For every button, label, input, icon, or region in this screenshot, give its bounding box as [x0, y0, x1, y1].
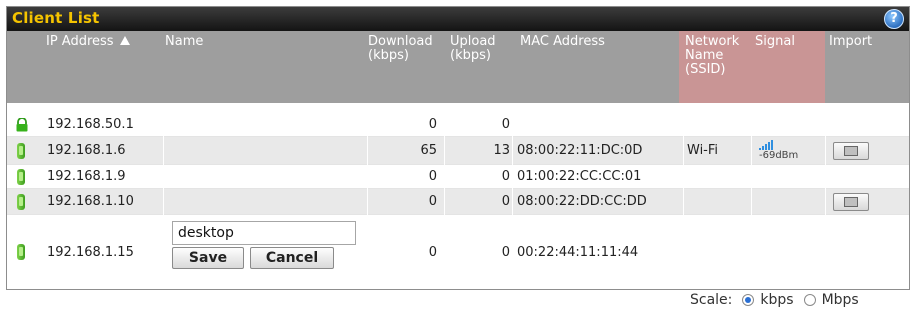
column-header-ssid-label: Network Name (SSID) — [685, 34, 740, 77]
row-icon — [15, 113, 35, 136]
client-name-input[interactable] — [172, 221, 356, 245]
table-row-editing: 192.168.1.15 Save Cancel 0 0 00:22:44:11… — [7, 215, 909, 289]
scale-kbps-label[interactable]: kbps — [760, 292, 793, 308]
table-row: 192.168.1.6 65 13 08:00:22:11:DC:0D Wi-F… — [7, 137, 909, 165]
column-header-name-label: Name — [165, 34, 204, 49]
row-icon — [17, 165, 37, 188]
column-header-ip[interactable]: IP Address — [40, 31, 166, 103]
row-icon — [17, 189, 37, 214]
column-header-upload: Upload (kbps) — [444, 31, 514, 103]
signal-cell: -69dBm — [749, 137, 823, 164]
column-header-import: Import — [823, 31, 903, 103]
scale-kbps-radio[interactable] — [742, 294, 755, 306]
download-cell: 0 — [428, 194, 437, 209]
table-row: 192.168.1.9 0 0 01:00:22:CC:CC:01 — [7, 165, 909, 189]
client-list-panel: Client List ? IP Address Name Download (… — [6, 6, 910, 290]
row-icon — [17, 137, 37, 164]
ip-cell: 192.168.1.6 — [47, 143, 126, 158]
column-divider — [512, 103, 513, 289]
column-header-signal-label: Signal — [755, 34, 795, 49]
save-button[interactable]: Save — [172, 247, 244, 269]
ip-cell: 192.168.50.1 — [47, 117, 134, 132]
import-button[interactable] — [833, 141, 869, 160]
panel-titlebar: Client List ? — [7, 7, 909, 31]
column-header-download: Download (kbps) — [362, 31, 442, 103]
mac-cell: 08:00:22:11:DC:0D — [517, 143, 643, 158]
download-cell: 65 — [420, 143, 437, 158]
help-icon[interactable]: ? — [884, 9, 904, 29]
download-cell: 0 — [428, 117, 437, 132]
column-header-download-label: Download (kbps) — [368, 34, 433, 63]
device-icon — [17, 168, 25, 185]
upload-cell: 0 — [501, 117, 510, 132]
signal-strength: -69dBm — [749, 136, 809, 166]
download-cell: 0 — [428, 169, 437, 184]
upload-cell: 13 — [493, 143, 510, 158]
column-divider — [751, 103, 752, 289]
column-divider — [444, 103, 445, 289]
lock-icon — [16, 117, 28, 131]
device-icon — [17, 244, 25, 260]
cancel-button[interactable]: Cancel — [250, 247, 334, 269]
upload-cell: 0 — [501, 194, 510, 209]
column-header-signal: Signal — [749, 31, 825, 103]
table-header: IP Address Name Download (kbps) Upload (… — [7, 31, 909, 103]
column-header-ip-label: IP Address — [46, 34, 114, 49]
column-header-upload-label: Upload (kbps) — [450, 34, 496, 63]
upload-cell: 0 — [501, 169, 510, 184]
signal-dbm: -69dBm — [759, 149, 799, 161]
device-icon — [17, 142, 25, 159]
scale-mbps-label[interactable]: Mbps — [822, 292, 859, 308]
scale-label: Scale: — [690, 292, 733, 308]
import-icon — [844, 145, 858, 156]
import-cell — [833, 189, 893, 214]
column-divider — [825, 103, 826, 289]
ip-cell: 192.168.1.10 — [47, 194, 134, 209]
column-divider — [367, 103, 368, 289]
column-header-name: Name — [159, 31, 359, 103]
scale-selector: Scale: kbps Mbps — [690, 292, 859, 308]
column-header-mac: MAC Address — [514, 31, 684, 103]
sort-ascending-icon — [119, 36, 130, 45]
ip-cell: 192.168.1.15 — [47, 244, 134, 260]
ip-cell: 192.168.1.9 — [47, 169, 126, 184]
mac-cell: 01:00:22:CC:CC:01 — [517, 169, 642, 184]
upload-cell: 0 — [501, 244, 510, 260]
table-row: 192.168.50.1 0 0 — [7, 113, 909, 137]
device-icon — [17, 193, 25, 210]
column-header-import-label: Import — [829, 34, 873, 49]
column-header-ssid: Network Name (SSID) — [679, 31, 749, 103]
table-row: 192.168.1.10 0 0 08:00:22:DD:CC:DD — [7, 189, 909, 215]
column-header-mac-label: MAC Address — [520, 34, 605, 49]
download-cell: 0 — [428, 244, 437, 260]
row-icon — [17, 215, 37, 289]
scale-mbps-radio[interactable] — [803, 294, 816, 306]
signal-bars-icon — [759, 139, 773, 150]
column-divider — [683, 103, 684, 289]
ssid-cell: Wi-Fi — [687, 143, 719, 158]
mac-cell — [517, 113, 677, 136]
mac-cell: 00:22:44:11:11:44 — [517, 244, 639, 260]
import-icon — [844, 196, 858, 207]
import-cell — [833, 137, 893, 164]
import-button[interactable] — [833, 192, 869, 211]
mac-cell: 08:00:22:DD:CC:DD — [517, 194, 647, 209]
column-divider — [163, 103, 164, 289]
panel-title: Client List — [12, 9, 100, 27]
